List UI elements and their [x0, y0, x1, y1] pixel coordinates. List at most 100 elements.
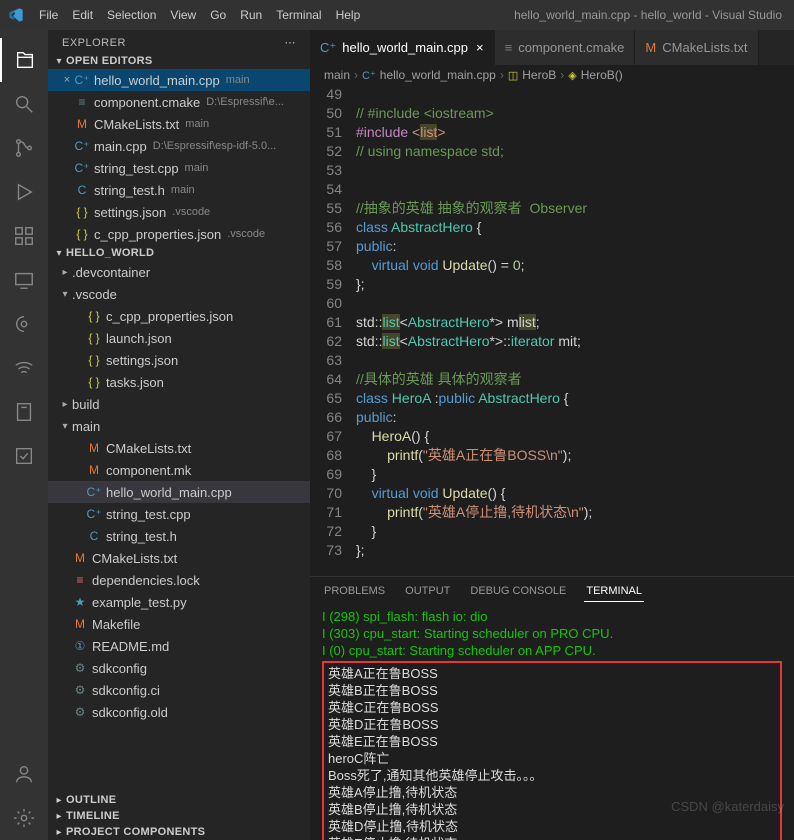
m-icon: M — [72, 550, 88, 566]
folder-item[interactable]: ▸build — [48, 393, 310, 415]
breadcrumb-item[interactable]: hello_world_main.cpp — [380, 68, 496, 82]
breadcrumb-item[interactable]: main — [324, 68, 350, 82]
file-item[interactable]: ①README.md — [48, 635, 310, 657]
code-editor[interactable]: 4950515253545556575859606162636465666768… — [310, 85, 794, 576]
terminal-line: 英雄D正在鲁BOSS — [328, 716, 776, 733]
breadcrumbs[interactable]: main ›C⁺hello_world_main.cpp ›◫HeroB ›◈H… — [310, 65, 794, 85]
py-icon: ★ — [72, 594, 88, 610]
open-editor-item[interactable]: { } c_cpp_properties.json .vscode — [48, 223, 310, 245]
bottom-panel: PROBLEMS OUTPUT DEBUG CONSOLE TERMINAL I (2… — [310, 576, 794, 840]
menu-run[interactable]: Run — [233, 8, 269, 22]
search-icon[interactable] — [0, 82, 48, 126]
m-icon: M — [645, 40, 656, 55]
remote-icon[interactable] — [0, 258, 48, 302]
panel-tab-debug-console[interactable]: DEBUG CONSOLE — [468, 581, 568, 602]
menu-file[interactable]: File — [32, 8, 65, 22]
panel-tab-terminal[interactable]: TERMINAL — [584, 581, 644, 602]
activity-bar — [0, 30, 48, 840]
open-editor-item[interactable]: C⁺ string_test.cpp main — [48, 157, 310, 179]
close-icon[interactable]: × — [476, 40, 484, 55]
breadcrumb-item[interactable]: HeroB() — [581, 68, 623, 82]
file-item[interactable]: MCMakeLists.txt — [48, 547, 310, 569]
cpp-icon: C⁺ — [86, 484, 102, 500]
menu-go[interactable]: Go — [203, 8, 233, 22]
file-item[interactable]: ≡dependencies.lock — [48, 569, 310, 591]
cpp-icon: C⁺ — [86, 506, 102, 522]
editor-tab[interactable]: M CMakeLists.txt — [635, 30, 758, 65]
menu-help[interactable]: Help — [329, 8, 368, 22]
project-components-header[interactable]: ▸PROJECT COMPONENTS — [48, 824, 310, 840]
file-item[interactable]: { }settings.json — [48, 349, 310, 371]
menu-edit[interactable]: Edit — [65, 8, 100, 22]
editor-tab[interactable]: C⁺hello_world_main.cpp× — [310, 30, 495, 65]
folder-header[interactable]: ▾HELLO_WORLD — [48, 245, 310, 261]
source-control-icon[interactable] — [0, 126, 48, 170]
sidebar: EXPLORER⋯ ▾OPEN EDITORS × C⁺ hello_world… — [48, 30, 310, 840]
settings-icon[interactable] — [0, 796, 48, 840]
file-item[interactable]: { }c_cpp_properties.json — [48, 305, 310, 327]
window-title: hello_world_main.cpp - hello_world - Vis… — [514, 8, 788, 22]
editor-area: C⁺hello_world_main.cpp×≡component.cmakeM… — [310, 30, 794, 840]
file-item[interactable]: C⁺string_test.cpp — [48, 503, 310, 525]
file-item[interactable]: ⚙sdkconfig.old — [48, 701, 310, 723]
folder-item[interactable]: ▸.devcontainer — [48, 261, 310, 283]
file-path: .vscode — [172, 206, 210, 218]
menu-terminal[interactable]: Terminal — [269, 8, 328, 22]
folder-item[interactable]: ▾main — [48, 415, 310, 437]
timeline-header[interactable]: ▸TIMELINE — [48, 808, 310, 824]
open-editor-item[interactable]: M CMakeLists.txt main — [48, 113, 310, 135]
gear-icon: ⚙ — [72, 704, 88, 720]
terminal-line: 英雄A正在鲁BOSS — [328, 665, 776, 682]
explorer-icon[interactable] — [0, 38, 48, 82]
run-debug-icon[interactable] — [0, 170, 48, 214]
file-item[interactable]: ★example_test.py — [48, 591, 310, 613]
open-editor-item[interactable]: C⁺ main.cpp D:\Espressif\esp-idf-5.0... — [48, 135, 310, 157]
more-icon[interactable]: ⋯ — [285, 36, 297, 49]
json-icon: { } — [74, 204, 90, 220]
terminal-line: I (303) cpu_start: Starting scheduler on… — [322, 625, 782, 642]
folder-item[interactable]: ▾.vscode — [48, 283, 310, 305]
open-editor-item[interactable]: ≡ component.cmake D:\Espressif\e... — [48, 91, 310, 113]
panel-tab-problems[interactable]: PROBLEMS — [322, 581, 387, 602]
extensions-icon[interactable] — [0, 214, 48, 258]
file-item[interactable]: { }launch.json — [48, 327, 310, 349]
account-icon[interactable] — [0, 752, 48, 796]
terminal-line: 英雄D停止撸,待机状态 — [328, 818, 776, 835]
device-icon[interactable] — [0, 390, 48, 434]
tab-label: CMakeLists.txt — [662, 40, 747, 55]
panel-tab-output[interactable]: OUTPUT — [403, 581, 452, 602]
close-icon[interactable]: × — [60, 74, 74, 86]
file-item[interactable]: Mcomponent.mk — [48, 459, 310, 481]
open-editor-item[interactable]: C string_test.h main — [48, 179, 310, 201]
terminal-output[interactable]: I (298) spi_flash: flash io: dioI (303) … — [310, 602, 794, 840]
file-name: settings.json — [94, 205, 166, 220]
terminal-line: 英雄E正在鲁BOSS — [328, 733, 776, 750]
open-editor-item[interactable]: × C⁺ hello_world_main.cpp main — [48, 69, 310, 91]
terminal-line: 英雄B正在鲁BOSS — [328, 682, 776, 699]
file-name: c_cpp_properties.json — [94, 227, 221, 242]
file-item[interactable]: ⚙sdkconfig.ci — [48, 679, 310, 701]
cls-icon: ◫ — [508, 69, 518, 82]
checklist-icon[interactable] — [0, 434, 48, 478]
outline-header[interactable]: ▸OUTLINE — [48, 792, 310, 808]
cpp-icon: C⁺ — [362, 69, 376, 82]
menu-view[interactable]: View — [163, 8, 203, 22]
file-item[interactable]: C⁺hello_world_main.cpp — [48, 481, 310, 503]
c-icon: C — [86, 528, 102, 544]
menu-selection[interactable]: Selection — [100, 8, 163, 22]
file-item[interactable]: Cstring_test.h — [48, 525, 310, 547]
esp-icon[interactable] — [0, 302, 48, 346]
c-icon: C — [74, 182, 90, 198]
editor-tab[interactable]: ≡component.cmake — [495, 30, 636, 65]
file-name: component.cmake — [94, 95, 200, 110]
breadcrumb-item[interactable]: HeroB — [522, 68, 556, 82]
open-editors-header[interactable]: ▾OPEN EDITORS — [48, 53, 310, 69]
open-editor-item[interactable]: { } settings.json .vscode — [48, 201, 310, 223]
file-item[interactable]: ⚙sdkconfig — [48, 657, 310, 679]
wifi-icon[interactable] — [0, 346, 48, 390]
cmake-icon: ≡ — [74, 94, 90, 110]
terminal-line: 英雄C正在鲁BOSS — [328, 699, 776, 716]
file-item[interactable]: { }tasks.json — [48, 371, 310, 393]
file-item[interactable]: MCMakeLists.txt — [48, 437, 310, 459]
file-item[interactable]: MMakefile — [48, 613, 310, 635]
